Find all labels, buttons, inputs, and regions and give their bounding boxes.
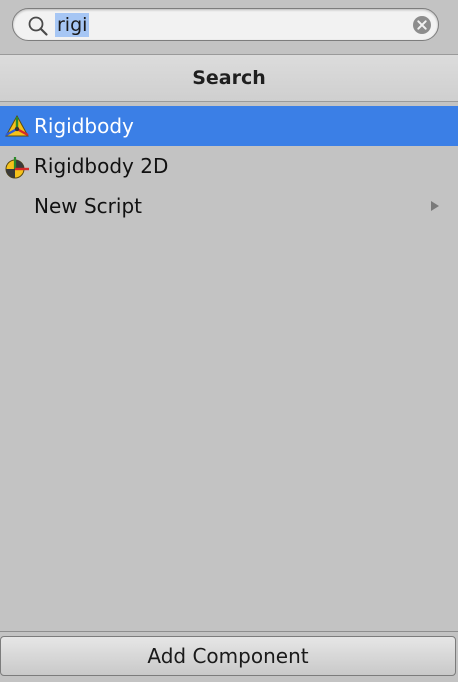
results-list: Rigidbody Rigidbody 2D New Script	[0, 106, 458, 226]
list-item-label: Rigidbody	[34, 114, 134, 138]
clear-icon[interactable]	[412, 15, 432, 35]
list-item-new-script[interactable]: New Script	[0, 186, 458, 226]
list-item-rigidbody[interactable]: Rigidbody	[0, 106, 458, 146]
list-item-label: New Script	[34, 194, 142, 218]
chevron-right-icon	[431, 201, 439, 211]
list-item-rigidbody-2d[interactable]: Rigidbody 2D	[0, 146, 458, 186]
search-field[interactable]: rigi	[12, 8, 439, 41]
header-title: Search	[192, 67, 266, 89]
add-component-panel: rigi Search Rigidbody Rigidbody 2D New S…	[0, 0, 458, 682]
list-item-label: Rigidbody 2D	[34, 154, 169, 178]
search-icon	[28, 16, 48, 36]
footer-divider	[0, 631, 458, 632]
rigidbody-icon	[5, 114, 29, 137]
search-query-text: rigi	[55, 13, 90, 37]
search-row: rigi	[0, 0, 458, 54]
results-header: Search	[0, 54, 458, 102]
add-component-button[interactable]: Add Component	[0, 636, 456, 676]
search-input[interactable]: rigi	[55, 12, 405, 38]
rigidbody-2d-icon	[5, 157, 29, 179]
